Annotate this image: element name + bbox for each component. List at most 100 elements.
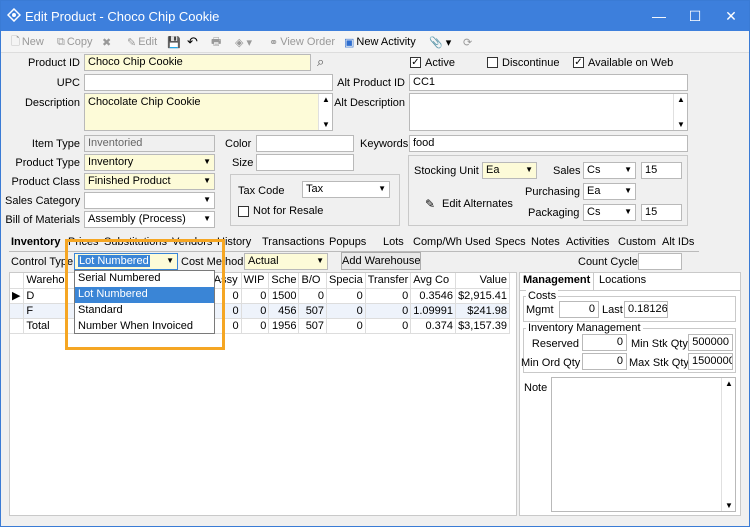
last-cost-input[interactable]: 0.18126	[624, 301, 668, 318]
tab-comp-wh-used[interactable]: Comp/Wh Used	[413, 236, 491, 248]
new-button[interactable]: 🗋 New	[11, 34, 44, 50]
highlight-box	[65, 239, 225, 350]
sales-unit-label: Sales	[553, 165, 581, 177]
last-label: Last	[602, 304, 623, 316]
note-scrollbar[interactable]: ▲ ▼	[721, 378, 735, 511]
alt-product-id-input[interactable]: CC1	[409, 74, 688, 91]
min-stk-qty-label: Min Stk Qty	[631, 338, 688, 350]
count-cycle-input[interactable]	[638, 253, 682, 270]
packaging-qty-input[interactable]: 15	[641, 204, 682, 221]
note-label: Note	[524, 382, 548, 394]
scroll-down-icon: ▼	[677, 120, 685, 129]
window-title: Edit Product - Choco Chip Cookie	[25, 9, 220, 24]
size-input[interactable]	[256, 154, 354, 171]
bom-select[interactable]: Assembly (Process)	[84, 211, 215, 228]
app-icon	[7, 8, 21, 22]
tab-inventory[interactable]: Inventory	[11, 236, 61, 248]
purchasing-unit-select[interactable]: Ea	[583, 183, 636, 200]
cost-method-select[interactable]: Actual	[244, 253, 328, 270]
active-checkbox[interactable]: ✓	[410, 57, 421, 68]
product-type-select[interactable]: Inventory	[84, 154, 215, 171]
toolbar: 🗋 New ⧉ Copy ✖ ✎ Edit 💾 ↶ 🖶 ◈ ▾ ⚭ View Order…	[1, 31, 749, 53]
attachment-icon[interactable]: 📎 ▾	[429, 34, 451, 50]
edit-button[interactable]: ✎ Edit	[127, 34, 157, 50]
discontinue-checkbox[interactable]	[487, 57, 498, 68]
packaging-unit-select[interactable]: Cs	[583, 204, 636, 221]
scroll-up-icon: ▲	[677, 95, 685, 104]
alt-description-input[interactable]: ▲ ▼	[409, 93, 688, 131]
description-input[interactable]: Chocolate Chip Cookie ▲ ▼	[84, 93, 333, 131]
sales-category-select[interactable]	[84, 192, 215, 209]
print-icon[interactable]: 🖶	[211, 34, 221, 50]
tab-specs[interactable]: Specs	[495, 236, 526, 248]
alt-description-scrollbar[interactable]: ▲ ▼	[673, 94, 687, 130]
delete-icon[interactable]: ✖	[102, 34, 111, 50]
tab-management[interactable]: Management	[523, 274, 590, 286]
sales-unit-select[interactable]: Cs	[583, 162, 636, 179]
min-ord-qty-input[interactable]: 0	[582, 353, 627, 370]
tab-lots[interactable]: Lots	[383, 236, 404, 248]
activity-icon: ▣	[344, 36, 355, 49]
row-marker-icon: ▶	[10, 288, 25, 304]
color-input[interactable]	[256, 135, 354, 152]
keywords-input[interactable]: food	[409, 135, 688, 152]
sales-category-label: Sales Category	[5, 195, 81, 207]
tax-code-select[interactable]: Tax	[302, 181, 390, 198]
col-header[interactable]: Value	[455, 273, 510, 289]
mgmt-label: Mgmt	[526, 304, 554, 316]
edit-alternates-pencil-icon: ✎	[425, 197, 436, 211]
mgmt-cost-input[interactable]: 0	[559, 301, 599, 318]
col-header[interactable]: WIP	[241, 273, 270, 289]
tab-transactions[interactable]: Transactions	[262, 236, 325, 248]
minimize-button[interactable]: —	[641, 1, 677, 31]
add-warehouse-button[interactable]: Add Warehouse	[341, 252, 421, 270]
tab-popups[interactable]: Popups	[329, 236, 366, 248]
product-id-input[interactable]: Choco Chip Cookie	[84, 54, 311, 71]
tab-notes[interactable]: Notes	[531, 236, 560, 248]
not-for-resale-checkbox[interactable]	[238, 206, 249, 217]
product-class-label: Product Class	[11, 176, 80, 188]
copy-icon: ⧉	[57, 35, 65, 48]
item-type-label: Item Type	[31, 138, 80, 150]
tab-locations[interactable]: Locations	[599, 274, 646, 286]
col-header[interactable]: Specia	[326, 273, 366, 289]
save-icon[interactable]: 💾	[167, 34, 181, 50]
size-label: Size	[232, 157, 254, 169]
description-scrollbar[interactable]: ▲ ▼	[318, 94, 332, 130]
product-id-label: Product ID	[28, 57, 80, 69]
color-label: Color	[225, 138, 252, 150]
col-header[interactable]: Sche	[268, 273, 300, 289]
col-header[interactable]: Transfer	[365, 273, 412, 289]
note-textarea[interactable]: ▲ ▼	[551, 377, 736, 512]
new-activity-button[interactable]: ▣ New Activity	[344, 34, 416, 50]
available-web-checkbox[interactable]: ✓	[573, 57, 584, 68]
reserved-input[interactable]: 0	[582, 334, 627, 351]
search-icon[interactable]: ⌕	[317, 54, 324, 70]
upc-input[interactable]	[84, 74, 333, 91]
edit-alternates-link[interactable]: Edit Alternates	[442, 198, 513, 210]
view-order-button[interactable]: ⚭ View Order	[269, 34, 335, 50]
max-stk-qty-label: Max Stk Qty	[629, 357, 689, 369]
copy-button[interactable]: ⧉ Copy	[57, 34, 93, 50]
tab-custom[interactable]: Custom	[618, 236, 656, 248]
col-header[interactable]: Avg Co	[410, 273, 456, 289]
sales-qty-input[interactable]: 15	[641, 162, 682, 179]
alt-description-label: Alt Description	[334, 97, 405, 109]
tab-alt-ids[interactable]: Alt IDs	[662, 236, 694, 248]
close-button[interactable]: ✕	[713, 1, 749, 31]
maximize-button[interactable]: ☐	[677, 1, 713, 31]
available-web-label: Available on Web	[588, 57, 674, 69]
tag-icon[interactable]: ◈ ▾	[235, 34, 252, 50]
discontinue-label: Discontinue	[502, 57, 560, 69]
active-label: Active	[425, 57, 455, 69]
title-bar: Edit Product - Choco Chip Cookie — ☐ ✕	[1, 1, 749, 31]
max-stk-qty-input[interactable]: 1500000	[688, 353, 733, 370]
min-stk-qty-input[interactable]: 500000	[688, 334, 733, 351]
tab-activities[interactable]: Activities	[566, 236, 609, 248]
scroll-down-icon: ▼	[322, 120, 330, 129]
undo-icon[interactable]: ↶	[187, 34, 198, 50]
stocking-unit-select[interactable]: Ea	[482, 162, 537, 179]
col-header[interactable]: B/O	[298, 273, 328, 289]
refresh-icon[interactable]: ⟳	[463, 34, 472, 50]
product-class-select[interactable]: Finished Product	[84, 173, 215, 190]
